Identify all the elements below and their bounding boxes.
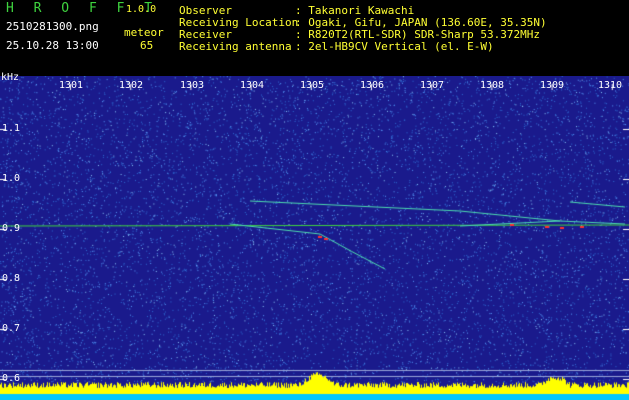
- antenna-key: Receiving antenna: [179, 40, 292, 53]
- x-tick-label: 1309: [540, 80, 565, 91]
- x-tick-label: 1303: [180, 80, 205, 91]
- y-tick-label: 0.9: [2, 223, 21, 234]
- y-tick-label: 0.7: [2, 323, 21, 334]
- meteor-count: 65: [140, 39, 154, 52]
- y-tick-label: 0.6: [2, 373, 21, 384]
- y-tick-label: 1.0: [2, 173, 21, 184]
- frequency-unit-label: kHz: [1, 72, 20, 83]
- capture-datetime: 25.10.28 13:00: [6, 39, 99, 52]
- spectrogram-canvas: [0, 76, 629, 400]
- file-name: 2510281300.png: [6, 20, 99, 33]
- x-tick-label: 1304: [240, 80, 265, 91]
- x-tick-label: 1306: [360, 80, 385, 91]
- meteor-label: meteor: [124, 26, 164, 39]
- header-panel: H R O F F T 1.0.0 2510281300.png meteor …: [0, 0, 629, 76]
- x-tick-label: 1301: [59, 80, 84, 91]
- x-tick-label: 1305: [300, 80, 325, 91]
- x-tick-label: 1308: [480, 80, 505, 91]
- app-version: 1.0.0: [126, 4, 157, 15]
- x-tick-label: 1310: [598, 80, 623, 91]
- x-tick-label: 1307: [420, 80, 445, 91]
- x-tick-label: 1302: [119, 80, 144, 91]
- y-tick-label: 0.8: [2, 273, 21, 284]
- antenna-value: : 2el-HB9CV Vertical (el. E-W): [295, 40, 494, 53]
- y-tick-label: 1.1: [2, 123, 21, 134]
